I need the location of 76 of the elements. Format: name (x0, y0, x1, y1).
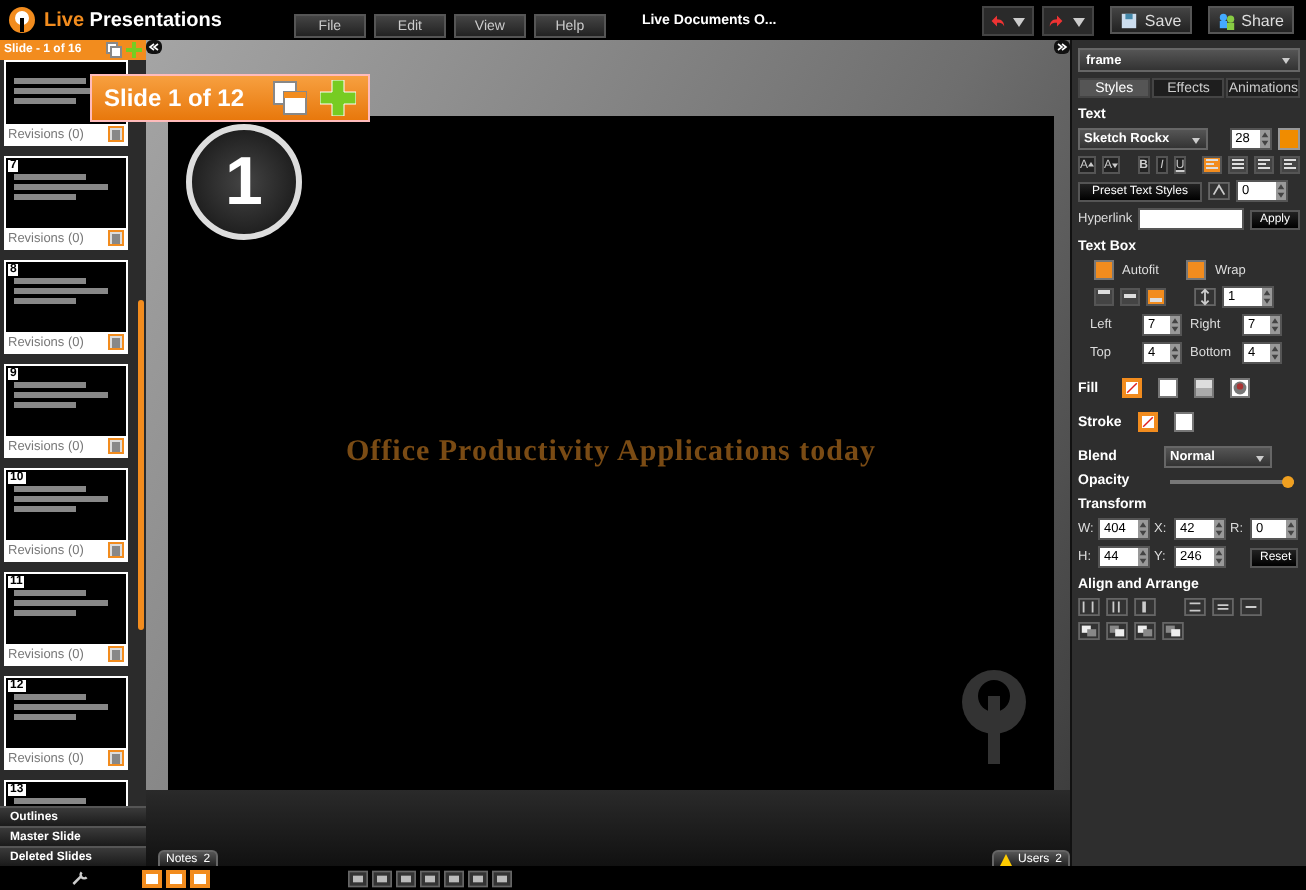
redo-icon (1048, 11, 1067, 29)
people-icon (1217, 11, 1236, 29)
spinner-arrows-icon[interactable] (1262, 288, 1272, 306)
triangle-icon (1088, 162, 1095, 168)
spinner-arrows-icon[interactable] (1270, 344, 1280, 362)
layer-order-icon[interactable] (1162, 622, 1184, 640)
align-horizontal-icon[interactable] (1240, 598, 1262, 616)
text-align-button[interactable] (1254, 156, 1274, 174)
collapse-right-icon[interactable] (1054, 40, 1070, 54)
vertical-align-button[interactable] (1120, 288, 1140, 306)
align-lines-icon (1204, 158, 1220, 172)
trash-icon[interactable] (108, 334, 124, 350)
spinner-arrows-icon[interactable] (1138, 520, 1148, 538)
checkbox[interactable] (1094, 260, 1114, 280)
align-lines-icon (1230, 158, 1246, 172)
app-title: Live Presentations (44, 9, 222, 31)
spinner-arrows-icon[interactable] (1260, 130, 1271, 148)
spinner-arrows-icon[interactable] (1276, 182, 1286, 200)
layer-order-icon[interactable] (1078, 622, 1100, 640)
none-fill-option[interactable] (1122, 378, 1142, 398)
align-horizontal-icon[interactable] (1184, 598, 1206, 616)
vertical-align-button[interactable] (1146, 288, 1166, 306)
scrollbar-thumb[interactable] (138, 300, 144, 630)
caret-icon[interactable] (1189, 133, 1202, 145)
bar-icon (1122, 290, 1138, 304)
text-align-button[interactable] (1202, 156, 1222, 174)
layer-order-icon[interactable] (1106, 622, 1128, 640)
image-fill-option[interactable] (1230, 378, 1250, 398)
align-lines-icon (1256, 158, 1272, 172)
share-button[interactable]: Share (1207, 6, 1294, 34)
undo-icon (988, 11, 1007, 29)
collapse-left-icon[interactable] (146, 40, 162, 54)
trash-icon[interactable] (108, 542, 124, 558)
spinner-arrows-icon[interactable] (1214, 548, 1224, 566)
align-vertical-icon[interactable] (1078, 598, 1100, 616)
save-icon (1120, 11, 1139, 29)
checkbox[interactable] (1186, 260, 1207, 280)
trash-icon[interactable] (108, 750, 124, 766)
text-align-button[interactable] (1228, 156, 1248, 174)
letter-spacing-icon[interactable] (1208, 182, 1230, 200)
line-spacing-icon[interactable] (1194, 288, 1216, 306)
text-color-swatch[interactable] (1278, 128, 1301, 150)
undo-button[interactable] (982, 5, 1035, 35)
hyperlink-field[interactable] (1138, 208, 1244, 230)
text-align-button[interactable] (1280, 156, 1300, 174)
align-horizontal-icon[interactable] (1212, 598, 1234, 616)
spinner-arrows-icon[interactable] (1286, 520, 1296, 538)
redo-button[interactable] (1042, 5, 1095, 35)
trash-icon[interactable] (108, 438, 124, 454)
align-vertical-icon[interactable] (1106, 598, 1128, 616)
align-vertical-icon[interactable] (1134, 598, 1156, 616)
gradient-fill-option[interactable] (1194, 378, 1214, 398)
save-button[interactable]: Save (1110, 6, 1192, 34)
wrench-icon[interactable] (70, 869, 90, 887)
triangle-icon (1112, 162, 1119, 168)
duplicate-slide-icon[interactable] (106, 42, 122, 58)
spinner-arrows-icon[interactable] (1170, 316, 1180, 334)
trash-icon[interactable] (108, 126, 124, 142)
spinner-arrows-icon[interactable] (1170, 344, 1180, 362)
duplicate-slide-icon[interactable] (272, 80, 308, 116)
layer-order-icon[interactable] (1134, 622, 1156, 640)
spinner-arrows-icon[interactable] (1214, 520, 1224, 538)
spinner-arrows-icon[interactable] (1270, 316, 1280, 334)
logo-icon (8, 6, 36, 34)
slider-thumb[interactable] (1281, 475, 1294, 487)
trash-icon[interactable] (108, 230, 124, 246)
spinner-arrows-icon[interactable] (1138, 548, 1148, 566)
align-lines-icon (1282, 158, 1298, 172)
caret-icon[interactable] (1280, 54, 1292, 66)
caret-icon[interactable] (1254, 451, 1266, 463)
none-fill-option[interactable] (1138, 412, 1158, 432)
vertical-align-button[interactable] (1094, 288, 1114, 306)
trash-icon[interactable] (108, 646, 124, 662)
solid-fill-option[interactable] (1158, 378, 1178, 398)
logo-watermark-icon (958, 666, 1030, 766)
solid-fill-option[interactable] (1174, 412, 1194, 432)
